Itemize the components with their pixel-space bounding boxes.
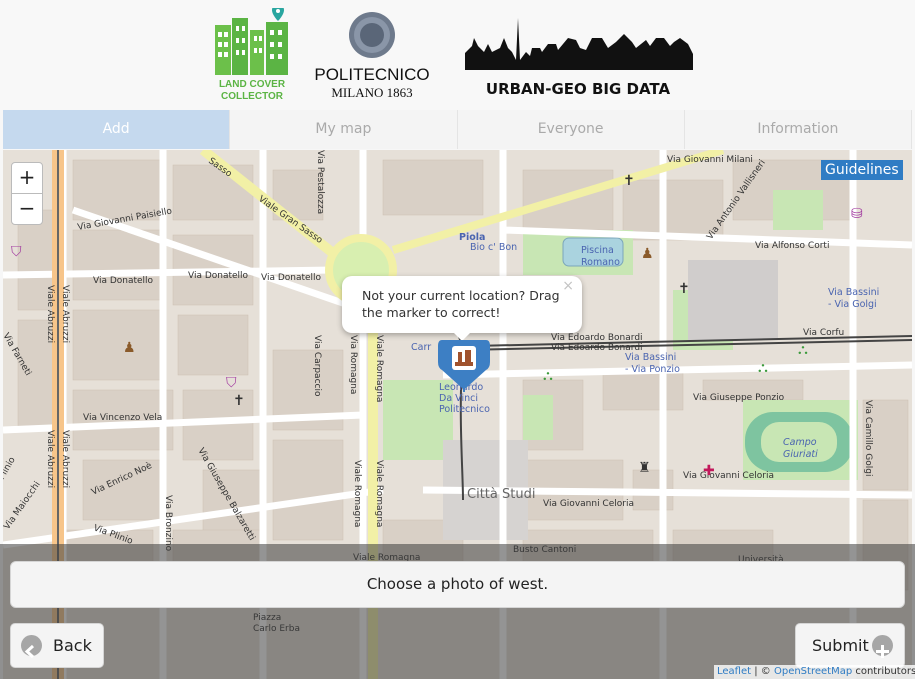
attribution-suffix: contributors xyxy=(852,666,915,677)
svg-text:Viale Romagna: Viale Romagna xyxy=(352,460,362,527)
svg-text:⛬: ⛬ xyxy=(798,342,808,358)
back-button-label: Back xyxy=(53,636,92,655)
svg-text:Viale Abruzzi: Viale Abruzzi xyxy=(60,285,70,343)
svg-text:Via Donatello: Via Donatello xyxy=(93,276,154,286)
svg-text:Viale Abruzzi: Viale Abruzzi xyxy=(45,430,55,488)
svg-text:- Via Golgi: - Via Golgi xyxy=(828,299,877,310)
svg-text:⛬: ⛬ xyxy=(543,368,553,384)
zoom-in-button[interactable]: + xyxy=(11,162,43,194)
popup-message: Not your current location? Drag the mark… xyxy=(362,288,560,320)
popup-close-button[interactable]: × xyxy=(562,278,574,294)
submit-button-label: Submit xyxy=(812,636,869,655)
location-marker[interactable] xyxy=(436,334,492,394)
tab-my-map[interactable]: My map xyxy=(230,110,458,149)
main-tabs: Add My map Everyone Information xyxy=(3,110,912,149)
attribution-separator: | © xyxy=(751,666,774,677)
svg-text:- Via Ponzio: - Via Ponzio xyxy=(625,364,680,375)
zoom-out-button[interactable]: − xyxy=(11,193,43,225)
svg-text:Via Camillo Golgi: Via Camillo Golgi xyxy=(863,400,873,476)
urban-geo-big-data-logo: URBAN-GEO BIG DATA xyxy=(460,8,700,103)
map-attribution: Leaflet | © OpenStreetMap contributors xyxy=(714,665,915,679)
svg-text:✝: ✝ xyxy=(233,393,245,409)
svg-text:Via Alfonso Corti: Via Alfonso Corti xyxy=(755,241,829,251)
svg-text:✝: ✝ xyxy=(678,281,690,297)
svg-text:Da Vinci: Da Vinci xyxy=(439,393,478,404)
svg-text:⛉: ⛉ xyxy=(11,244,22,260)
svg-text:Città Studi: Città Studi xyxy=(467,487,535,502)
svg-text:⛁: ⛁ xyxy=(851,206,863,222)
back-arrow-icon xyxy=(21,635,42,659)
svg-text:Via Vincenzo Vela: Via Vincenzo Vela xyxy=(83,413,162,423)
svg-text:Piscina: Piscina xyxy=(581,245,614,256)
lcc-logo-line1: LAND COVER xyxy=(219,79,286,90)
svg-text:⛉: ⛉ xyxy=(226,375,237,391)
svg-text:Via Bassini: Via Bassini xyxy=(828,287,879,298)
politecnico-logo-line2: MILANO 1863 xyxy=(331,85,412,100)
svg-text:♟: ♟ xyxy=(123,340,136,356)
svg-text:Viale Abruzzi: Viale Abruzzi xyxy=(60,430,70,488)
svg-text:Giuriati: Giuriati xyxy=(783,449,818,460)
svg-text:Via Romagna: Via Romagna xyxy=(348,335,358,394)
openstreetmap-link[interactable]: OpenStreetMap xyxy=(774,666,852,677)
lcc-logo-line2: COLLECTOR xyxy=(221,91,284,102)
svg-text:♟: ♟ xyxy=(641,246,654,262)
svg-text:Viale Romagna: Viale Romagna xyxy=(374,335,384,402)
svg-text:Via Giovanni Celoria: Via Giovanni Celoria xyxy=(543,499,634,509)
svg-text:Carr: Carr xyxy=(411,342,431,353)
svg-text:Campo: Campo xyxy=(783,437,817,448)
guidelines-button[interactable]: Guidelines xyxy=(821,160,903,180)
tab-everyone[interactable]: Everyone xyxy=(457,110,685,149)
land-cover-collector-logo: LAND COVER COLLECTOR xyxy=(212,4,292,103)
plus-icon xyxy=(872,635,893,658)
svg-text:Viale Abruzzi: Viale Abruzzi xyxy=(45,285,55,343)
svg-text:Via Giovanni Celoria: Via Giovanni Celoria xyxy=(683,471,774,481)
leaflet-link[interactable]: Leaflet xyxy=(717,666,751,677)
tab-add[interactable]: Add xyxy=(3,110,231,149)
photo-prompt: Choose a photo of west. xyxy=(10,561,905,608)
svg-text:Via Donatello: Via Donatello xyxy=(261,273,322,283)
svg-text:Via Pestalozza: Via Pestalozza xyxy=(315,150,325,214)
svg-text:Via Carpaccio: Via Carpaccio xyxy=(312,335,322,397)
svg-text:Via Edoardo Bonardi: Via Edoardo Bonardi xyxy=(551,333,643,343)
tab-information[interactable]: Information xyxy=(684,110,912,149)
submit-button[interactable]: Submit xyxy=(795,623,905,668)
header: LAND COVER COLLECTOR POLITECNICO MILANO … xyxy=(0,0,915,110)
location-popup: Not your current location? Drag the mark… xyxy=(342,276,582,333)
svg-text:⛬: ⛬ xyxy=(758,360,768,376)
svg-text:Politecnico: Politecnico xyxy=(439,404,490,415)
svg-text:Via Giovanni Milani: Via Giovanni Milani xyxy=(667,155,753,165)
svg-text:Via Corfu: Via Corfu xyxy=(803,328,844,338)
svg-text:Via Donatello: Via Donatello xyxy=(188,271,249,281)
svg-text:Romano: Romano xyxy=(581,257,620,268)
svg-text:Viale Romagna: Viale Romagna xyxy=(374,460,384,527)
svg-text:Via Bassini: Via Bassini xyxy=(625,352,676,363)
svg-text:Via Giuseppe Ponzio: Via Giuseppe Ponzio xyxy=(693,393,785,403)
politecnico-logo: POLITECNICO MILANO 1863 xyxy=(305,8,440,103)
svg-text:✝: ✝ xyxy=(623,173,635,189)
svg-text:Bio c' Bon: Bio c' Bon xyxy=(470,242,517,253)
urban-geo-logo-text: URBAN-GEO BIG DATA xyxy=(486,80,671,98)
svg-text:♜: ♜ xyxy=(638,460,651,476)
politecnico-logo-line1: POLITECNICO xyxy=(314,65,429,84)
back-button[interactable]: Back xyxy=(10,623,104,668)
svg-text:✚: ✚ xyxy=(703,463,715,479)
